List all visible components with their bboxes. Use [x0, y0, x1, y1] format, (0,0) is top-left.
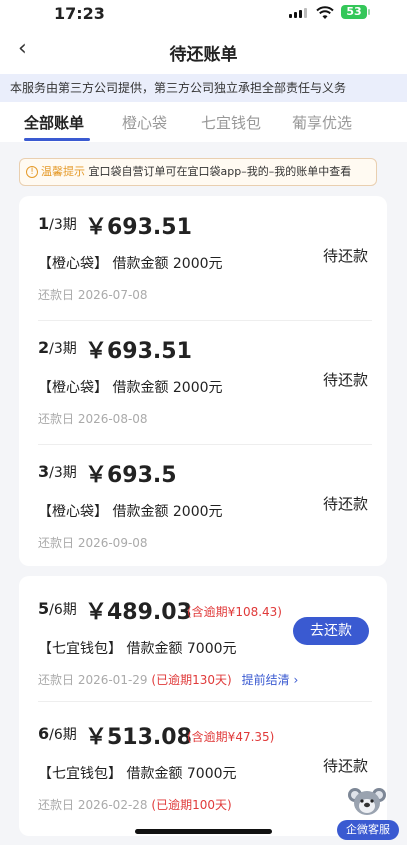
home-indicator	[135, 829, 272, 834]
overdue-interest: (含逾期¥47.35)	[187, 730, 275, 744]
product-info: 【橙心袋】 借款金额 2000元	[38, 380, 223, 396]
product-info: 【七宜钱包】 借款金额 7000元	[38, 766, 237, 782]
product-info: 【橙心袋】 借款金额 2000元	[38, 504, 223, 520]
amount: ￥693.5	[85, 463, 177, 488]
amount: ￥513.08	[85, 725, 192, 750]
warm-tip: ! 温馨提示 宜口袋自营订单可在宜口袋app–我的–我的账单中查看	[19, 158, 377, 186]
tab-bar: 全部账单 橙心袋 七宜钱包 葡享优选	[0, 102, 407, 142]
status-bar: 17:23 53	[0, 0, 407, 26]
koala-mascot-icon	[348, 788, 386, 815]
period: 2/3期	[38, 338, 77, 357]
bill-status: 待还款	[322, 495, 368, 513]
amount: ￥693.51	[85, 339, 192, 364]
due-date: 还款日 2026-09-08	[38, 536, 148, 550]
period: 5/6期	[38, 599, 77, 618]
overdue-days: (已逾期100天)	[151, 798, 232, 812]
period: 1/3期	[38, 214, 77, 233]
battery-icon: 53	[341, 5, 370, 19]
period: 3/3期	[38, 462, 77, 481]
due-date: 还款日 2026-08-08	[38, 412, 148, 426]
divider	[38, 444, 372, 445]
wifi-icon	[316, 6, 334, 19]
active-tab-indicator	[24, 138, 90, 141]
clock: 17:23	[54, 4, 105, 23]
overdue-days: (已逾期130天)	[151, 673, 232, 687]
amount: ￥693.51	[85, 215, 192, 240]
bill-card-chengxindai: 1/3期 ￥693.51 【橙心袋】 借款金额 2000元 还款日 2026-0…	[19, 196, 387, 566]
bill-status: 待还款	[322, 371, 368, 389]
disclaimer-notice: 本服务由第三方公司提供，第三方公司独立承担全部责任与义务	[0, 74, 407, 102]
nav-bar: ‹ 待还账单	[0, 26, 407, 74]
customer-service-label: 企微客服	[337, 820, 399, 840]
tab-chengxindai[interactable]: 橙心袋	[122, 112, 167, 133]
page-title: 待还账单	[169, 45, 238, 65]
info-icon: !	[26, 166, 38, 178]
early-settle-link[interactable]: 提前结清 ›	[242, 673, 299, 687]
due-date: 还款日 2026-07-08	[38, 288, 148, 302]
bill-status: 待还款	[322, 247, 368, 265]
bill-status: 待还款	[322, 757, 368, 775]
product-info: 【橙心袋】 借款金额 2000元	[38, 256, 223, 272]
due-date-row: 还款日 2026-02-28 (已逾期100天)	[38, 798, 232, 812]
repay-button[interactable]: 去还款	[293, 617, 369, 645]
product-info: 【七宜钱包】 借款金额 7000元	[38, 641, 237, 657]
tab-all-bills[interactable]: 全部账单	[24, 112, 84, 133]
period: 6/6期	[38, 724, 77, 743]
tab-qiyi-wallet[interactable]: 七宜钱包	[201, 112, 261, 133]
tip-text: 宜口袋自营订单可在宜口袋app–我的–我的账单中查看	[88, 165, 352, 178]
tab-puxiang[interactable]: 葡享优选	[292, 112, 352, 133]
bill-card-qiyi-wallet: 5/6期 ￥489.03 (含逾期¥108.43) 【七宜钱包】 借款金额 70…	[19, 576, 387, 836]
due-date-row: 还款日 2026-01-29 (已逾期130天) 提前结清 ›	[38, 673, 299, 687]
signal-icon	[289, 8, 307, 18]
divider	[38, 701, 372, 702]
overdue-interest: (含逾期¥108.43)	[187, 605, 282, 619]
tip-label: 温馨提示	[41, 165, 85, 178]
customer-service-button[interactable]: 企微客服	[337, 785, 401, 841]
amount: ￥489.03	[85, 600, 192, 625]
divider	[38, 320, 372, 321]
